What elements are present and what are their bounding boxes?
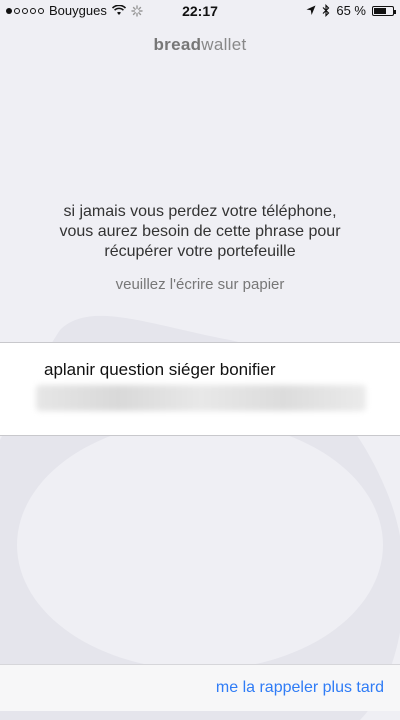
logo-light-text: wallet bbox=[201, 35, 247, 54]
location-arrow-icon bbox=[306, 5, 316, 15]
battery-percent: 65 % bbox=[336, 3, 366, 18]
recovery-phrase-text: aplanir question siéger bonifier bbox=[44, 360, 276, 379]
message-line: vous aurez besoin de cette phrase pour bbox=[59, 223, 341, 240]
bluetooth-icon bbox=[322, 4, 330, 17]
write-down-instruction: veuillez l'écrire sur papier bbox=[115, 276, 285, 293]
app-logo: breadwallet bbox=[0, 35, 400, 55]
remind-later-button[interactable]: me la rappeler plus tard bbox=[216, 679, 384, 697]
status-bar: Bouygues 22:17 65 % bbox=[0, 0, 400, 22]
recovery-phrase-blurred bbox=[36, 385, 366, 411]
recovery-phrase-panel: aplanir question siéger bonifier bbox=[0, 342, 400, 436]
battery-fill bbox=[374, 7, 386, 14]
backup-message: si jamais vous perdez votre téléphone, v… bbox=[20, 202, 380, 262]
logo-bold-text: bread bbox=[153, 35, 202, 54]
battery-icon bbox=[372, 5, 396, 16]
status-bar-right: 65 % bbox=[306, 3, 396, 18]
bottom-bar: me la rappeler plus tard bbox=[0, 664, 400, 711]
message-line: si jamais vous perdez votre téléphone, bbox=[63, 203, 337, 220]
message-line: récupérer votre portefeuille bbox=[104, 243, 296, 260]
